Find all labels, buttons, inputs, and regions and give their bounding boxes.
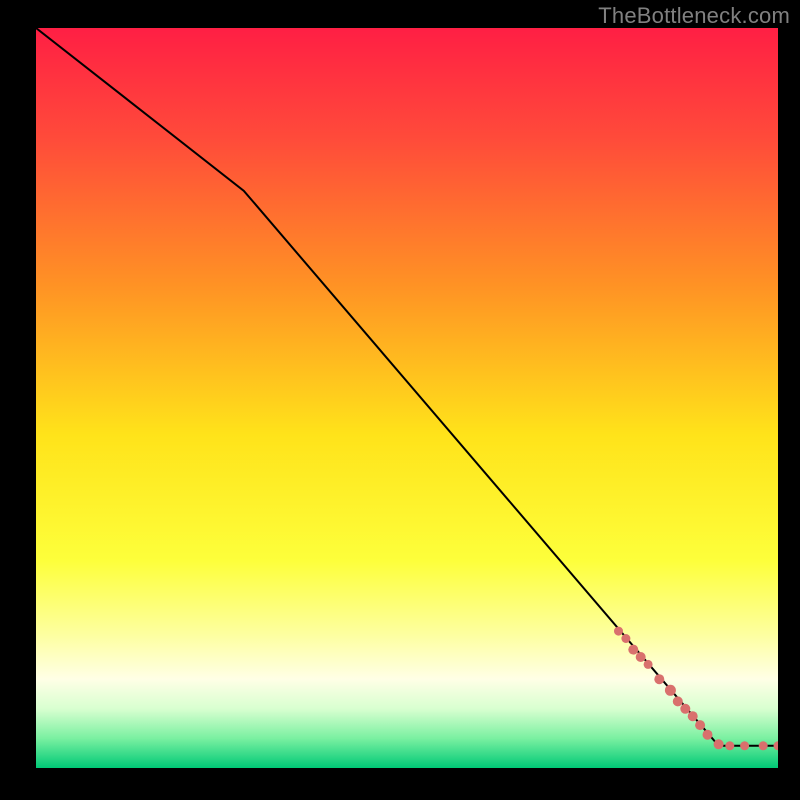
data-dot [740, 741, 749, 750]
data-dot [621, 634, 630, 643]
data-dot [688, 711, 698, 721]
data-dot [644, 660, 653, 669]
data-dot [695, 720, 705, 730]
data-dot [614, 627, 623, 636]
plot-area [36, 28, 778, 768]
data-dot [680, 704, 690, 714]
data-dot [714, 739, 724, 749]
watermark-text: TheBottleneck.com [598, 3, 790, 29]
data-dot [636, 652, 646, 662]
data-dot [673, 696, 683, 706]
bottleneck-chart [36, 28, 778, 768]
gradient-background [36, 28, 778, 768]
data-dot [703, 730, 713, 740]
data-dot [628, 645, 638, 655]
chart-frame: TheBottleneck.com [0, 0, 800, 800]
data-dot [665, 685, 676, 696]
data-dot [759, 741, 768, 750]
data-dot [654, 674, 664, 684]
data-dot [725, 741, 734, 750]
